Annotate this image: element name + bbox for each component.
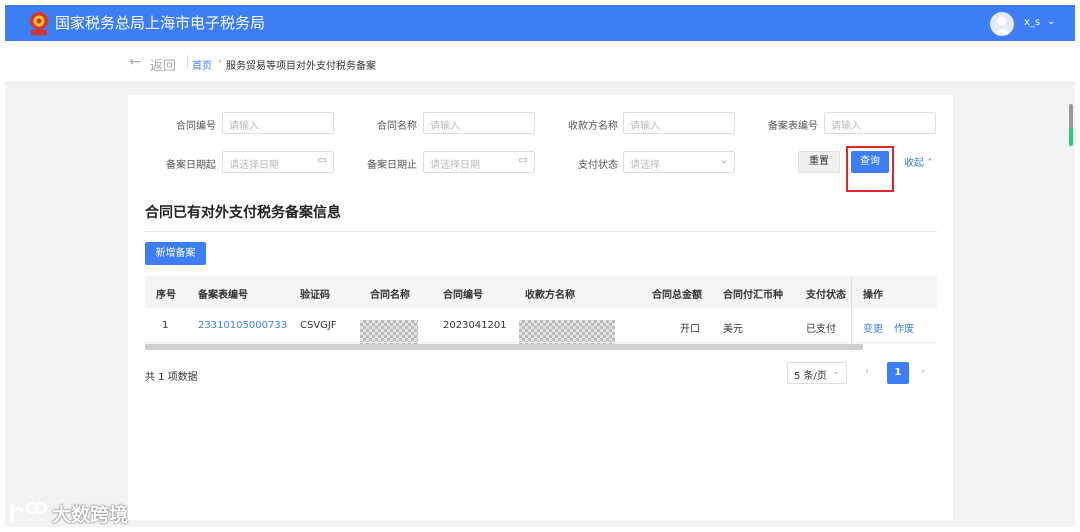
record-no-input[interactable]: 请输入 [824, 112, 936, 134]
chevron-down-icon[interactable]: ⌄ [1047, 16, 1055, 27]
date-start-label: 备案日期起 [166, 160, 216, 171]
chevron-up-icon: ˄ [927, 158, 933, 169]
breadcrumb-bar: ← 返回 首页 › 服务贸易等项目对外支付税务备案 [5, 41, 1075, 83]
watermark-text: 大数跨境 [52, 504, 129, 526]
verify-code: CSVGJF [300, 320, 337, 331]
breadcrumb-divider [187, 55, 188, 69]
column-header: 支付状态 [806, 290, 846, 301]
tax-emblem-icon [30, 12, 48, 35]
column-header: 验证码 [300, 290, 330, 301]
void-link[interactable]: 作废 [894, 320, 914, 335]
page-size-select[interactable]: 5 条/页 ⌄ [787, 362, 847, 384]
query-highlight-box [846, 146, 894, 192]
back-link[interactable]: 返回 [150, 55, 176, 74]
prev-page-icon[interactable]: ‹ [865, 366, 869, 377]
section-divider [145, 231, 937, 232]
column-header: 合同名称 [370, 290, 410, 301]
contract-name-input[interactable]: 请输入 [423, 112, 535, 134]
contract-no-input[interactable]: 请输入 [222, 112, 334, 134]
table-header: 序号 备案表编号 验证码 合同名称 合同编号 收款方名称 合同总金额 合同付汇币… [145, 276, 937, 308]
collapse-link[interactable]: 收起 ˄ [904, 154, 932, 169]
column-header: 操作 [863, 290, 883, 301]
contract-amount: 开口 [680, 324, 700, 335]
pay-status-select[interactable]: 请选择 ⌄ [623, 151, 735, 173]
calendar-icon: ▭ [518, 155, 528, 166]
chevron-down-icon: ⌄ [832, 367, 840, 377]
column-header: 收款方名称 [525, 290, 575, 301]
username[interactable]: x_s [1024, 17, 1040, 28]
currency: 美元 [723, 324, 743, 335]
record-no-label: 备案表编号 [768, 121, 818, 132]
pay-status-label: 支付状态 [578, 160, 618, 171]
row-index: 1 [162, 320, 169, 331]
date-end-input[interactable]: 请选择日期 ▭ [423, 151, 535, 173]
reset-button[interactable]: 重置 [798, 151, 840, 173]
page-number-current[interactable]: 1 [887, 362, 909, 384]
fixed-column-divider [851, 276, 852, 352]
watermark-logo-icon [10, 501, 48, 523]
contract-no-label: 合同编号 [176, 121, 216, 132]
next-page-icon[interactable]: › [921, 366, 925, 377]
user-icon [993, 16, 1011, 35]
date-start-input[interactable]: 请选择日期 ▭ [222, 151, 334, 173]
back-arrow-icon[interactable]: ← [129, 54, 141, 70]
column-header: 合同付汇币种 [723, 290, 783, 301]
user-avatar[interactable] [990, 12, 1014, 36]
column-header: 合同总金额 [652, 290, 702, 301]
change-link[interactable]: 变更 [863, 320, 883, 335]
section-title: 合同已有对外支付税务备案信息 [145, 205, 341, 221]
column-header: 序号 [156, 290, 176, 301]
column-header: 合同编号 [443, 290, 483, 301]
contract-name-label: 合同名称 [377, 121, 417, 132]
add-record-button[interactable]: 新增备案 [145, 242, 206, 265]
site-title: 国家税务总局上海市电子税务局 [55, 14, 266, 32]
chevron-down-icon: ⌄ [719, 155, 728, 166]
date-end-label: 备案日期止 [367, 160, 417, 171]
payee-name-input[interactable]: 请输入 [623, 112, 735, 134]
contract-no: 2023041201 [443, 320, 507, 331]
status-badge: 已支付 [806, 324, 836, 335]
breadcrumb-home[interactable]: 首页 [192, 57, 212, 72]
payee-name-label: 收款方名称 [568, 121, 618, 132]
chevron-right-icon: › [218, 56, 222, 67]
table-horizontal-scrollbar[interactable] [145, 344, 863, 350]
column-header: 备案表编号 [198, 290, 248, 301]
record-no-link[interactable]: 23310105000733 [198, 320, 287, 331]
top-header: 国家税务总局上海市电子税务局 x_s ⌄ [5, 5, 1075, 41]
total-count: 共 1 项数据 [145, 372, 198, 383]
calendar-icon: ▭ [317, 155, 327, 166]
row-divider [145, 342, 937, 343]
scroll-indicator [1069, 128, 1073, 146]
breadcrumb-current: 服务贸易等项目对外支付税务备案 [226, 61, 376, 72]
